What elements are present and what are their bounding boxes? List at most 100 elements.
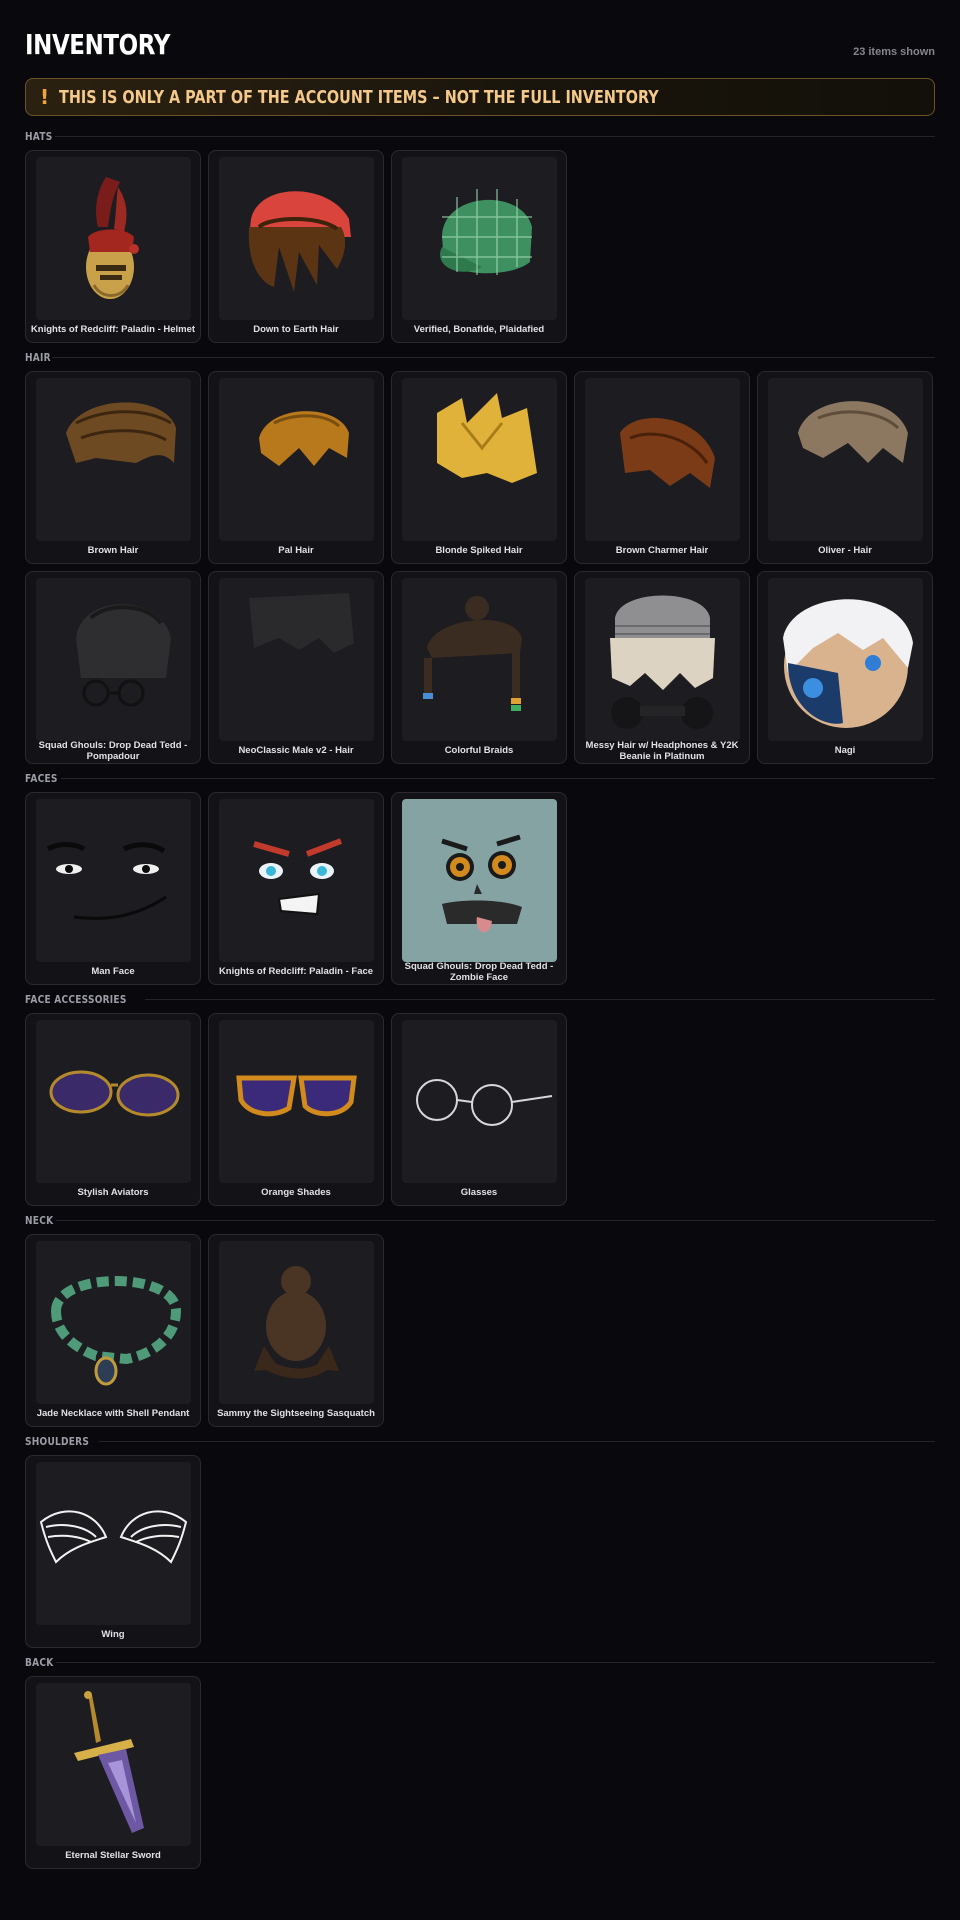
item-thumbnail xyxy=(219,1241,374,1404)
neoclassic-hair-icon xyxy=(249,593,354,653)
item-card-glasses[interactable]: Glasses xyxy=(391,1013,567,1206)
sword-icon xyxy=(74,1691,144,1833)
item-thumbnail xyxy=(36,1241,191,1404)
item-thumbnail xyxy=(36,157,191,320)
item-card-stylish-aviators[interactable]: Stylish Aviators xyxy=(25,1013,201,1206)
item-card-brown-charmer-hair[interactable]: Brown Charmer Hair xyxy=(574,371,750,564)
item-name: Down to Earth Hair xyxy=(253,324,339,335)
shades-icon xyxy=(236,1075,357,1117)
item-name: Sammy the Sightseeing Sasquatch xyxy=(217,1408,375,1419)
cap-hair-icon xyxy=(248,191,351,292)
helmet-icon xyxy=(86,177,139,299)
item-card-man-face[interactable]: Man Face xyxy=(25,792,201,985)
warning-text: THIS IS ONLY A PART OF THE ACCOUNT ITEMS… xyxy=(59,86,659,108)
item-card-sasquatch[interactable]: Sammy the Sightseeing Sasquatch xyxy=(208,1234,384,1427)
section-neck-label: NECK xyxy=(25,1213,935,1227)
item-card-zombie-face[interactable]: Squad Ghouls: Drop Dead Tedd - Zombie Fa… xyxy=(391,792,567,985)
item-name: Jade Necklace with Shell Pendant xyxy=(36,1408,190,1419)
section-title: SHOULDERS xyxy=(25,1434,90,1448)
item-name: Wing xyxy=(101,1629,125,1640)
item-name: Pal Hair xyxy=(278,545,314,556)
item-name: Eternal Stellar Sword xyxy=(65,1850,161,1861)
exclamation-icon: ! xyxy=(40,85,50,109)
divider xyxy=(55,1219,935,1221)
pal-hair-icon xyxy=(259,411,349,466)
item-card-nagi[interactable]: Nagi xyxy=(757,571,933,764)
item-thumbnail xyxy=(768,378,923,541)
item-thumbnail xyxy=(402,378,557,541)
item-name: Squad Ghouls: Drop Dead Tedd - Pompadour xyxy=(38,739,188,762)
divider xyxy=(60,777,935,779)
item-thumbnail xyxy=(36,578,191,741)
divider xyxy=(55,1661,935,1663)
item-card-orange-shades[interactable]: Orange Shades xyxy=(208,1013,384,1206)
item-card-jade-necklace[interactable]: Jade Necklace with Shell Pendant xyxy=(25,1234,201,1427)
item-name: Blonde Spiked Hair xyxy=(435,545,523,556)
pompadour-hair-icon xyxy=(76,604,171,707)
item-card-paladin-helmet[interactable]: Knights of Redcliff: Paladin - Helmet xyxy=(25,150,201,343)
item-card-paladin-face[interactable]: Knights of Redcliff: Paladin - Face xyxy=(208,792,384,985)
item-card-pal-hair[interactable]: Pal Hair xyxy=(208,371,384,564)
item-name: Nagi xyxy=(834,745,856,756)
item-name: Squad Ghouls: Drop Dead Tedd - Zombie Fa… xyxy=(404,960,554,983)
item-name: Brown Hair xyxy=(87,545,139,556)
brown-hair-icon xyxy=(66,402,176,463)
inventory-page: INVENTORY 23 items shown ! THIS IS ONLY … xyxy=(25,0,935,1869)
item-card-wing[interactable]: Wing xyxy=(25,1455,201,1648)
item-name: Knights of Redcliff: Paladin - Helmet xyxy=(30,324,196,335)
item-card-colorful-braids[interactable]: Colorful Braids xyxy=(391,571,567,764)
section-title: NECK xyxy=(25,1213,54,1227)
item-thumbnail xyxy=(219,799,374,962)
section-face-accessories-label: FACE ACCESSORIES xyxy=(25,992,935,1006)
section-title: FACES xyxy=(25,771,58,785)
item-name: Verified, Bonafide, Plaidafied xyxy=(413,324,545,335)
item-card-plaid-cap[interactable]: Verified, Bonafide, Plaidafied xyxy=(391,150,567,343)
section-title: FACE ACCESSORIES xyxy=(25,992,127,1006)
items-count: 23 items shown xyxy=(853,46,935,58)
necklace-icon xyxy=(50,1276,182,1386)
item-thumbnail xyxy=(219,157,374,320)
item-name: Orange Shades xyxy=(261,1187,331,1198)
warning-banner: ! THIS IS ONLY A PART OF THE ACCOUNT ITE… xyxy=(25,78,935,116)
section-shoulders-label: SHOULDERS xyxy=(25,1434,935,1448)
aviators-icon xyxy=(49,1070,180,1117)
item-thumbnail xyxy=(402,799,557,962)
nagi-head-icon xyxy=(783,599,913,728)
plaid-cap-icon xyxy=(440,189,532,275)
item-card-blonde-spiked-hair[interactable]: Blonde Spiked Hair xyxy=(391,371,567,564)
section-hats-label: HATS xyxy=(25,129,935,143)
oliver-hair-icon xyxy=(798,401,908,463)
item-thumbnail xyxy=(402,578,557,741)
item-card-brown-hair[interactable]: Brown Hair xyxy=(25,371,201,564)
braids-icon xyxy=(423,596,522,711)
sasquatch-icon xyxy=(254,1266,339,1379)
item-thumbnail xyxy=(36,1683,191,1846)
face-icon xyxy=(253,838,343,916)
section-title: HATS xyxy=(25,129,53,143)
divider xyxy=(54,135,935,137)
item-card-pompadour[interactable]: Squad Ghouls: Drop Dead Tedd - Pompadour xyxy=(25,571,201,764)
spiked-hair-icon xyxy=(437,393,537,483)
item-name: Knights of Redcliff: Paladin - Face xyxy=(218,966,374,977)
item-thumbnail xyxy=(36,378,191,541)
item-thumbnail xyxy=(36,1462,191,1625)
beanie-headphones-icon xyxy=(610,595,715,729)
item-name: Brown Charmer Hair xyxy=(615,545,709,556)
divider xyxy=(144,998,935,1000)
glasses-icon xyxy=(416,1079,553,1126)
item-name: Glasses xyxy=(460,1187,498,1198)
item-card-down-to-earth-hair[interactable]: Down to Earth Hair xyxy=(208,150,384,343)
item-card-messy-hair-headphones[interactable]: Messy Hair w/ Headphones & Y2K Beanie in… xyxy=(574,571,750,764)
item-card-neoclassic-hair[interactable]: NeoClassic Male v2 - Hair xyxy=(208,571,384,764)
divider xyxy=(99,1440,935,1442)
page-header: INVENTORY 23 items shown xyxy=(25,0,935,74)
item-thumbnail xyxy=(36,1020,191,1183)
item-thumbnail xyxy=(219,378,374,541)
item-thumbnail xyxy=(585,578,740,741)
charmer-hair-icon xyxy=(620,418,715,488)
item-name: Colorful Braids xyxy=(444,745,514,756)
item-thumbnail xyxy=(36,799,191,962)
item-card-eternal-stellar-sword[interactable]: Eternal Stellar Sword xyxy=(25,1676,201,1869)
divider xyxy=(52,356,935,358)
item-card-oliver-hair[interactable]: Oliver - Hair xyxy=(757,371,933,564)
